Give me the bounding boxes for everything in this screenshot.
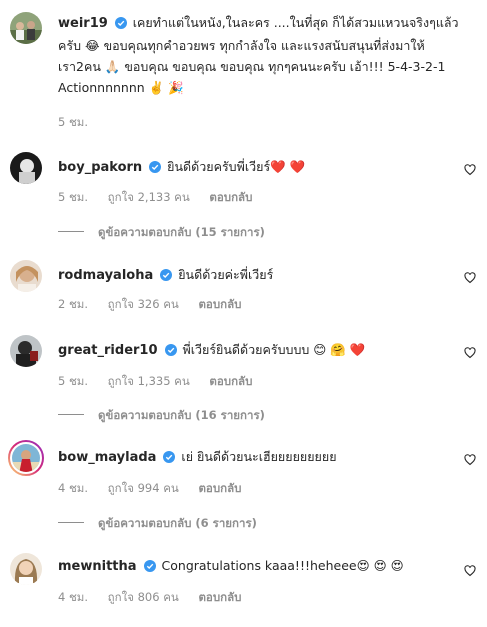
comment-likes[interactable]: ถูกใจ 806 คน [108,590,179,604]
comment-item: mewnittha Congratulations kaaa!!!heheee😍… [10,553,480,593]
avatar-image [10,260,42,292]
comment-likes[interactable]: ถูกใจ 1,335 คน [108,374,190,388]
comment-username[interactable]: bow_maylada [58,450,156,465]
reply-button[interactable]: ตอบกลับ [198,590,241,604]
verified-badge-icon [114,14,127,35]
comment-timestamp[interactable]: 4 ชม. [58,590,88,604]
avatar-image [10,335,42,367]
comment-likes[interactable]: ถูกใจ 2,133 คน [108,190,190,204]
view-replies-button[interactable]: ดูข้อความตอบกลับ (16 รายการ) [58,407,265,425]
comment-text: เย่ ยินดีด้วยนะเฮียยยยยยยยย [181,449,337,464]
avatar-image [10,152,42,184]
comment-likes[interactable]: ถูกใจ 994 คน [108,481,179,495]
post-username[interactable]: weir19 [58,16,108,31]
comment-text: ยินดีด้วยค่ะพี่เวียร์ [178,267,274,282]
view-replies-button[interactable]: ดูข้อความตอบกลับ (15 รายการ) [58,224,265,242]
verified-badge-icon [160,269,173,284]
divider [58,231,84,232]
comment-text: Congratulations kaaa!!!heheee😍 😍 😍 [161,558,404,573]
divider [58,522,84,523]
comment-username[interactable]: rodmayaloha [58,268,153,283]
avatar[interactable] [8,440,44,476]
caption-line-1: เคยทำแต่ในหนัง,ในละคร ....ในที่สุด ก็ได้… [132,15,459,30]
comment-timestamp[interactable]: 5 ชม. [58,190,88,204]
comment-text: พี่เวียร์ยินดีด้วยครับบบบ 😊 🤗 ❤️ [182,342,366,357]
reply-button[interactable]: ตอบกลับ [198,297,241,311]
verified-badge-icon [149,161,162,176]
avatar[interactable] [10,335,42,367]
comment-meta: 4 ชม. ถูกใจ 806 คน ตอบกลับ [58,589,257,607]
avatar-image [8,440,44,476]
comment-item: boy_pakorn ยินดีด้วยครับพี่เวียร์❤️ ❤️ [10,152,480,192]
caption-line-2: ครับ 😂 ขอบคุณทุกคำอวยพร ทุกกำลังใจ และแร… [58,38,425,53]
caption-line-4: Actionnnnnnn ✌️ 🎉 [58,80,184,95]
view-replies-label: ดูข้อความตอบกลับ (16 รายการ) [98,408,265,422]
like-heart-icon[interactable] [464,344,476,359]
comment-meta: 2 ชม. ถูกใจ 326 คน ตอบกลับ [58,296,257,314]
comment-meta: 5 ชม. ถูกใจ 1,335 คน ตอบกลับ [58,373,268,391]
divider [58,414,84,415]
like-heart-icon[interactable] [464,269,476,284]
reply-button[interactable]: ตอบกลับ [198,481,241,495]
view-replies-button[interactable]: ดูข้อความตอบกลับ (6 รายการ) [58,515,257,533]
like-heart-icon[interactable] [464,161,476,176]
reply-button[interactable]: ตอบกลับ [209,374,252,388]
comment-meta: 4 ชม. ถูกใจ 994 คน ตอบกลับ [58,480,257,498]
verified-badge-icon [164,344,177,359]
comment-username[interactable]: great_rider10 [58,343,158,358]
avatar[interactable] [10,12,42,44]
comment-meta: 5 ชม. ถูกใจ 2,133 คน ตอบกลับ [58,189,268,207]
avatar-image [10,553,42,585]
verified-badge-icon [143,560,156,575]
like-heart-icon[interactable] [464,451,476,466]
comment-item: bow_maylada เย่ ยินดีด้วยนะเฮียยยยยยยยย [8,440,480,482]
post-timestamp[interactable]: 5 ชม. [58,115,88,129]
comment-username[interactable]: mewnittha [58,559,137,574]
avatar-image [10,12,42,44]
caption-line-3: เรา2คน 🙏🏻 ขอบคุณ ขอบคุณ ขอบคุณ ทุกๆคนนะค… [58,59,446,74]
comment-timestamp[interactable]: 2 ชม. [58,297,88,311]
like-heart-icon[interactable] [464,562,476,577]
comment-text: ยินดีด้วยครับพี่เวียร์❤️ ❤️ [167,159,306,174]
comment-item: rodmayaloha ยินดีด้วยค่ะพี่เวียร์ [10,260,480,300]
comment-item: great_rider10 พี่เวียร์ยินดีด้วยครับบบบ … [10,335,480,375]
comment-timestamp[interactable]: 5 ชม. [58,374,88,388]
avatar[interactable] [10,260,42,292]
avatar[interactable] [10,553,42,585]
comment-username[interactable]: boy_pakorn [58,160,142,175]
avatar[interactable] [10,152,42,184]
comment-likes[interactable]: ถูกใจ 326 คน [108,297,179,311]
verified-badge-icon [163,451,176,466]
view-replies-label: ดูข้อความตอบกลับ (15 รายการ) [98,225,265,239]
comment-timestamp[interactable]: 4 ชม. [58,481,88,495]
view-replies-label: ดูข้อความตอบกลับ (6 รายการ) [98,516,257,530]
reply-button[interactable]: ตอบกลับ [209,190,252,204]
post-meta: 5 ชม. [58,114,104,132]
